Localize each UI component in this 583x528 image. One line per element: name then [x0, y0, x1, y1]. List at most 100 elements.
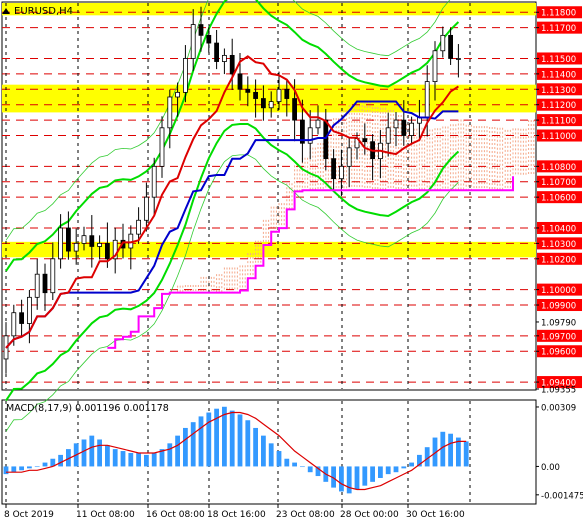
macd-histogram-bar	[11, 466, 17, 473]
macd-histogram-bar	[378, 466, 383, 478]
macd-axis-label: 0.00	[541, 463, 560, 473]
time-label: 18 Oct 16:00	[207, 510, 266, 520]
time-axis: 8 Oct 2019 11 Oct 08:00 16 Oct 08:00 18 Oct…	[4, 504, 465, 520]
candle-body	[89, 235, 95, 247]
price-label: 1.09790	[541, 318, 576, 328]
chart-window[interactable]: 1.11800 1.11700 1.11500 1.11400 1.11300 1.112…	[0, 0, 583, 524]
symbol-label: EURUSD,H4	[14, 6, 73, 17]
macd-histogram-bar	[463, 441, 469, 467]
candle-body	[167, 96, 173, 129]
candle-body	[331, 158, 337, 180]
macd-histogram-bar	[136, 452, 141, 467]
candle-body	[151, 165, 157, 198]
macd-histogram-bar	[151, 452, 157, 467]
candle-body	[260, 98, 266, 109]
candle-body	[66, 227, 71, 252]
price-label: 1.10000	[541, 286, 576, 296]
macd-histogram-bar	[393, 466, 399, 473]
time-label: 30 Oct 16:00	[406, 510, 465, 520]
macd-histogram-bar	[229, 410, 235, 467]
candle-body	[229, 54, 235, 75]
price-pane-frame	[1, 1, 537, 391]
time-label: 11 Oct 08:00	[76, 510, 135, 520]
macd-histogram-bar	[89, 435, 95, 467]
macd-histogram-bar	[409, 462, 414, 467]
candle-body	[245, 88, 251, 93]
candle-body	[206, 34, 212, 44]
candle-body	[362, 138, 368, 143]
macd-histogram-bar	[3, 466, 9, 475]
macd-histogram-bar	[370, 466, 375, 482]
price-label: 1.11400	[541, 70, 576, 80]
candle-body	[448, 34, 454, 59]
macd-histogram-bar	[58, 454, 63, 467]
macd-histogram-bar	[34, 466, 40, 468]
macd-axis-label: -0.001475	[541, 491, 583, 501]
candle-body	[73, 242, 79, 252]
candle-body	[401, 119, 407, 136]
macd-histogram-bar	[268, 443, 274, 467]
candle-body	[221, 54, 227, 62]
chart-canvas[interactable]: 1.11800 1.11700 1.11500 1.11400 1.11300 1.112…	[0, 0, 583, 524]
macd-histogram-bar	[362, 466, 368, 486]
price-label: 1.10600	[541, 194, 576, 204]
price-axis: 1.11800 1.11700 1.11500 1.11400 1.11300 1.112…	[536, 6, 582, 396]
candle-body	[315, 119, 321, 129]
price-label: 1.11700	[541, 24, 576, 34]
candle-body	[432, 50, 438, 82]
candle-body	[409, 122, 415, 136]
candle-body	[105, 242, 110, 260]
macd-histogram-bar	[385, 466, 391, 475]
macd-histogram-bar	[112, 449, 118, 467]
candle-body	[175, 91, 181, 98]
macd-axis-label: 0.00309	[541, 403, 576, 413]
candle-body	[455, 58, 461, 60]
candle-body	[292, 98, 298, 121]
candle-body	[136, 219, 142, 235]
macd-histogram-bar	[206, 412, 212, 467]
price-label: 1.09355	[541, 386, 576, 396]
candle-body	[440, 34, 446, 52]
macd-histogram-bar	[292, 462, 297, 467]
time-label: 16 Oct 08:00	[146, 510, 205, 520]
time-label: 8 Oct 2019	[4, 510, 54, 520]
candle-body	[237, 73, 243, 90]
candle-body	[58, 227, 63, 260]
price-label: 1.09900	[541, 302, 576, 312]
macd-histogram-bar	[346, 466, 352, 494]
time-label: 28 Oct 00:00	[340, 510, 399, 520]
macd-histogram-bar	[27, 466, 32, 469]
candle-body	[385, 127, 391, 144]
price-label: 1.11000	[541, 132, 576, 142]
candle-body	[97, 242, 102, 247]
macd-histogram-bar	[175, 435, 180, 467]
macd-label: MACD(8,17,9) 0.001196 0.001178	[6, 403, 169, 414]
price-label: 1.11100	[541, 117, 576, 127]
price-label: 1.11200	[541, 101, 576, 111]
candle-body	[284, 88, 290, 99]
price-label: 1.11800	[541, 9, 576, 19]
macd-histogram-bar	[97, 439, 102, 467]
candle-body	[198, 24, 204, 36]
price-label: 1.10800	[541, 163, 576, 173]
macd-histogram-bar	[448, 433, 453, 467]
price-label: 1.11500	[541, 55, 576, 65]
candle-body	[346, 147, 352, 167]
macd-histogram-bar	[81, 439, 87, 467]
candle-body	[393, 119, 399, 129]
macd-histogram-bar	[128, 452, 134, 467]
candle-body	[276, 88, 282, 103]
macd-histogram-bar	[300, 466, 305, 468]
macd-histogram-bar	[245, 420, 251, 467]
price-label: 1.10400	[541, 224, 576, 234]
candle-body	[26, 296, 32, 324]
candle-body	[34, 273, 40, 298]
macd-histogram-bar	[120, 451, 126, 467]
candle-body	[253, 91, 259, 99]
candle-body	[424, 81, 430, 118]
macd-histogram-bar	[19, 466, 24, 471]
candle-body	[19, 312, 25, 324]
candle-body	[214, 42, 220, 62]
macd-histogram-bar	[339, 466, 344, 492]
price-label: 1.10700	[541, 178, 576, 188]
